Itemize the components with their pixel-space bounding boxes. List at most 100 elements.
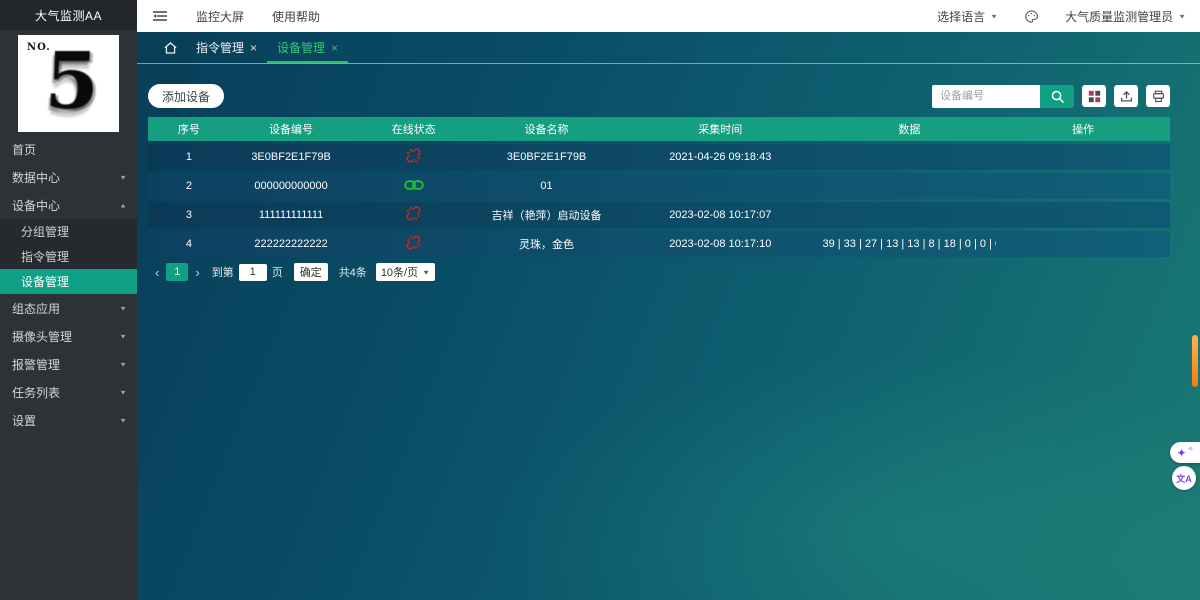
unlink-offline-icon [406,148,421,166]
sidebar-item-device-management[interactable]: 设备管理 [0,269,137,294]
sidebar-item-group-management[interactable]: 分组管理 [0,219,137,244]
cell-online-status [352,206,475,224]
device-center-submenu: 分组管理 指令管理 设备管理 [0,219,137,294]
sidebar-menu: 首页 数据中心 ▼ 设备中心 ▲ 分组管理 指令管理 设备管理 [0,135,137,434]
nav-help[interactable]: 使用帮助 [272,8,320,25]
table-row[interactable]: 3 111111111111 [148,202,1170,228]
export-icon [1120,90,1133,103]
translate-button[interactable]: 文A [1172,466,1196,490]
sidebar-item-alarm-management[interactable]: 报警管理 ▼ [0,350,137,378]
scrollbar-thumb[interactable] [1192,335,1198,387]
printer-icon [1152,90,1165,103]
search-input[interactable] [932,85,1040,108]
sidebar-item-label: 设置 [12,412,119,429]
sidebar-item-configuration-app[interactable]: 组态应用 ▼ [0,294,137,322]
ai-assistant-button[interactable]: ✦✧ [1170,442,1200,463]
cell-collect-time: 2023-02-08 10:17:07 [618,209,822,221]
column-header: 数据 [822,121,996,137]
logo: NO. 5 [18,35,119,132]
chevron-down-icon: ▼ [119,388,127,395]
sidebar-item-data-center[interactable]: 数据中心 ▼ [0,163,137,191]
sidebar-item-home[interactable]: 首页 [0,135,137,163]
search-icon [1050,89,1065,104]
page-size-select[interactable]: 10条/页 ▼ [376,263,435,281]
table-row[interactable]: 2 000000000000 [148,173,1170,199]
column-header: 操作 [996,121,1170,137]
add-device-button[interactable]: 添加设备 [148,84,224,108]
app-window: 大气监测AA NO. 5 首页 数据中心 ▼ 设备中心 ▲ 分组管理 指令 [0,0,1200,600]
cell-online-status [352,235,475,253]
sidebar-item-label: 任务列表 [12,384,119,401]
sidebar: 大气监测AA NO. 5 首页 数据中心 ▼ 设备中心 ▲ 分组管理 指令 [0,0,137,600]
tab-command-management[interactable]: 指令管理 × [186,32,267,63]
pagination: ‹ 1 › 到第 页 确定 共4条 10条/页 ▼ [148,263,1170,281]
menu-fold-icon[interactable] [152,9,168,23]
unlink-offline-icon [406,235,421,253]
cell-device-id: 000000000000 [230,180,353,192]
cell-index: 3 [148,209,230,221]
cell-online-status [352,148,475,166]
table-row[interactable]: 1 3E0BF2E1F79B [148,144,1170,170]
grid-columns-icon [1088,90,1101,103]
sidebar-item-device-center[interactable]: 设备中心 ▲ [0,191,137,219]
close-icon[interactable]: × [250,42,257,54]
column-header: 序号 [148,121,230,137]
sparkle-icon: ✦ [1177,446,1187,460]
sidebar-item-settings[interactable]: 设置 ▼ [0,406,137,434]
device-table: 序号 设备编号 在线状态 设备名称 采集时间 数据 操作 1 3E0BF2E1F… [148,117,1170,257]
page-number-button[interactable]: 1 [166,263,188,281]
user-name: 大气质量监测管理员 [1065,8,1173,25]
sidebar-item-label: 组态应用 [12,300,119,317]
chevron-down-icon: ▼ [119,360,127,367]
sidebar-item-label: 分组管理 [21,223,69,240]
cell-device-name: 吉祥（艳萍）启动设备 [475,207,618,223]
translate-icon: 文A [1176,472,1192,485]
sidebar-item-camera-management[interactable]: 摄像头管理 ▼ [0,322,137,350]
app-title: 大气监测AA [0,0,137,30]
language-select[interactable]: 选择语言 ▼ [937,8,998,25]
cell-index: 2 [148,180,230,192]
column-header: 在线状态 [352,121,475,137]
column-header: 采集时间 [618,121,822,137]
total-count-label: 共4条 [339,264,367,280]
column-header: 设备编号 [230,121,353,137]
table-row[interactable]: 4 222222222222 [148,231,1170,257]
sidebar-item-label: 首页 [12,141,127,158]
chevron-down-icon: ▼ [1178,12,1186,19]
cell-index: 1 [148,151,230,163]
cell-device-id: 111111111111 [230,209,353,221]
logo-number: 5 [30,35,113,130]
sidebar-item-task-list[interactable]: 任务列表 ▼ [0,378,137,406]
cell-device-id: 3E0BF2E1F79B [230,151,353,163]
toolbar: 添加设备 [148,84,1170,108]
columns-button[interactable] [1082,85,1106,107]
confirm-button[interactable]: 确定 [294,263,328,281]
tab-home[interactable] [155,32,186,63]
sidebar-item-label: 摄像头管理 [12,328,119,345]
cell-device-name: 3E0BF2E1F79B [475,151,618,163]
nav-monitor-screen[interactable]: 监控大屏 [196,8,244,25]
print-button[interactable] [1146,85,1170,107]
sidebar-item-label: 指令管理 [21,248,69,265]
main-area: 监控大屏 使用帮助 选择语言 ▼ 大气质量监测管理员 ▼ [137,0,1200,600]
export-button[interactable] [1114,85,1138,107]
search-button[interactable] [1040,85,1074,108]
topbar: 监控大屏 使用帮助 选择语言 ▼ 大气质量监测管理员 ▼ [137,0,1200,32]
close-icon[interactable]: × [331,42,338,54]
theme-palette-icon[interactable] [1024,9,1039,24]
tab-label: 设备管理 [277,39,325,56]
unlink-offline-icon [406,206,421,224]
tab-bar: 指令管理 × 设备管理 × [137,32,1200,64]
prev-page-button[interactable]: ‹ [155,265,159,280]
cell-data: 39 | 33 | 27 | 13 | 13 | 8 | 18 | 0 | 0 … [822,238,996,250]
user-menu[interactable]: 大气质量监测管理员 ▼ [1065,8,1186,25]
sidebar-item-label: 设备中心 [12,197,119,214]
cell-index: 4 [148,238,230,250]
sparkle-small-icon: ✧ [1188,445,1194,453]
tab-device-management[interactable]: 设备管理 × [267,32,348,63]
cell-device-name: 01 [475,180,618,192]
sidebar-item-command-management[interactable]: 指令管理 [0,244,137,269]
tab-label: 指令管理 [196,39,244,56]
next-page-button[interactable]: › [195,265,199,280]
page-jump-input[interactable] [239,264,267,281]
